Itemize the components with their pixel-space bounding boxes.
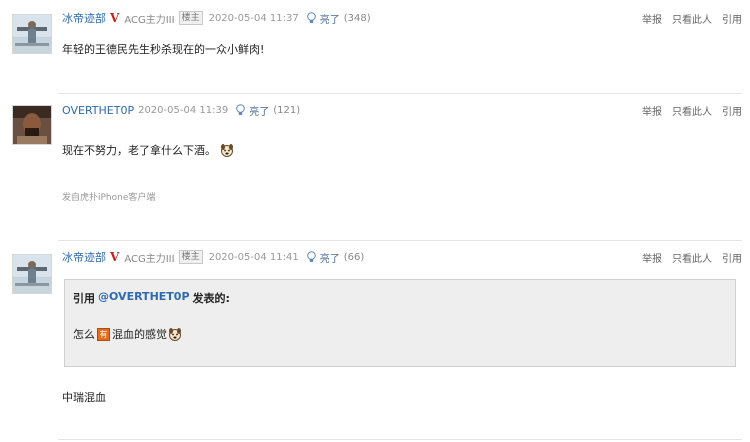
only-this-user-link[interactable]: 只看此人 <box>672 11 712 26</box>
op-tag: 楼主 <box>178 250 203 264</box>
user-rank: ACG主力III <box>124 253 175 265</box>
light-label: 亮了 <box>319 253 340 265</box>
post-time: 2020-05-04 11:39 <box>138 104 229 116</box>
user-rank: ACG主力III <box>124 14 175 26</box>
lightbulb-icon <box>306 12 316 23</box>
light-count: (66) <box>343 251 365 263</box>
avatar[interactable] <box>12 14 52 54</box>
username-link[interactable]: 冰帝迹部 <box>62 249 106 265</box>
post-time: 2020-05-04 11:37 <box>208 12 299 24</box>
reply-list: 冰帝迹部 V ACG主力III 楼主 2020-05-04 11:37 亮了 (… <box>0 0 750 442</box>
quote-text-after: 混血的感觉 <box>112 328 167 341</box>
light-count: (348) <box>343 12 371 24</box>
vip-badge: V <box>110 250 120 264</box>
lightbulb-icon <box>236 104 246 115</box>
doge-icon <box>169 328 181 341</box>
lightbulb-icon <box>306 251 316 262</box>
post-content: 中瑞混血 <box>62 389 106 405</box>
divider <box>58 240 742 241</box>
quote-suffix: 发表的: <box>192 292 230 305</box>
post-time: 2020-05-04 11:41 <box>208 251 299 263</box>
post-meta: OVERTHET0P 2020-05-04 11:39 亮了 (121) <box>62 101 300 119</box>
report-link[interactable]: 举报 <box>642 250 662 265</box>
post-actions: 举报 只看此人 引用 <box>642 9 742 27</box>
only-this-user-link[interactable]: 只看此人 <box>672 250 712 265</box>
quote-text-before: 怎么 <box>73 328 95 341</box>
quote-prefix: 引用 <box>73 292 95 305</box>
light-label: 亮了 <box>319 14 340 26</box>
post-text: 现在不努力，老了拿什么下酒。 <box>62 144 216 157</box>
username-link[interactable]: OVERTHET0P <box>62 104 134 117</box>
avatar[interactable] <box>12 105 52 145</box>
post-text: 中瑞混血 <box>62 391 106 404</box>
quote-link[interactable]: 引用 <box>722 11 742 26</box>
post-actions: 举报 只看此人 引用 <box>642 248 742 266</box>
divider <box>58 439 742 440</box>
quote-link[interactable]: 引用 <box>722 103 742 118</box>
report-link[interactable]: 举报 <box>642 103 662 118</box>
report-link[interactable]: 举报 <box>642 11 662 26</box>
avatar-image-icon <box>13 106 51 144</box>
post-content: 现在不努力，老了拿什么下酒。 <box>62 142 234 158</box>
post-source: 发自虎扑iPhone客户端 <box>62 193 156 203</box>
light-label: 亮了 <box>249 106 270 118</box>
avatar[interactable] <box>12 254 52 294</box>
light-count: (121) <box>273 104 301 116</box>
light-button[interactable]: 亮了 (348) <box>306 11 371 26</box>
tag-icon: 有 <box>97 327 110 341</box>
doge-icon <box>221 144 233 157</box>
quoted-user-link[interactable]: @OVERTHET0P <box>98 290 190 306</box>
post-content: 年轻的王德民先生秒杀现在的一众小鲜肉! <box>62 41 264 57</box>
post-text: 年轻的王德民先生秒杀现在的一众小鲜肉! <box>62 43 265 56</box>
quote-block: 引用 @OVERTHET0P 发表的: 怎么 有 混血的感觉 <box>64 279 736 367</box>
vip-badge: V <box>110 11 120 25</box>
quote-body: 怎么 有 混血的感觉 <box>73 326 182 342</box>
divider <box>58 93 742 94</box>
avatar-image-icon <box>13 255 51 293</box>
post-meta: 冰帝迹部 V ACG主力III 楼主 2020-05-04 11:37 亮了 (… <box>62 9 371 27</box>
quote-header: 引用 @OVERTHET0P 发表的: <box>73 290 230 306</box>
username-link[interactable]: 冰帝迹部 <box>62 10 106 26</box>
post-meta: 冰帝迹部 V ACG主力III 楼主 2020-05-04 11:41 亮了 (… <box>62 248 364 266</box>
post-actions: 举报 只看此人 引用 <box>642 101 742 119</box>
light-button[interactable]: 亮了 (66) <box>306 250 365 265</box>
light-button[interactable]: 亮了 (121) <box>235 103 300 118</box>
op-tag: 楼主 <box>178 11 203 25</box>
avatar-image-icon <box>13 15 51 53</box>
only-this-user-link[interactable]: 只看此人 <box>672 103 712 118</box>
quote-link[interactable]: 引用 <box>722 250 742 265</box>
